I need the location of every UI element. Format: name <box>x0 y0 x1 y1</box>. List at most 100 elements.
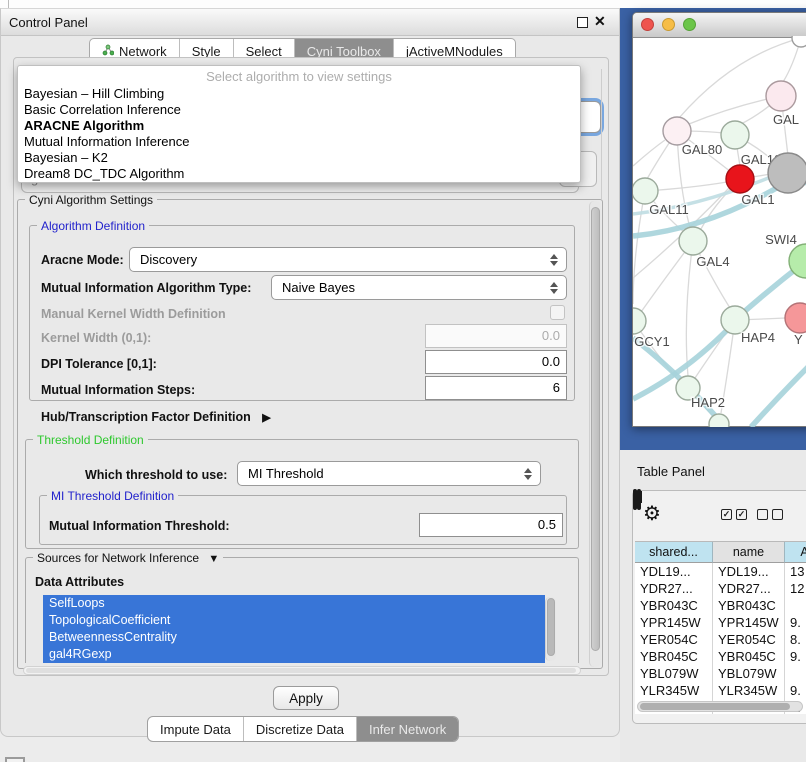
node-gcy1[interactable] <box>633 308 646 334</box>
expanded-triangle-icon[interactable]: ▼ <box>208 553 219 565</box>
tab-infer-network[interactable]: Infer Network <box>356 717 458 741</box>
network-canvas[interactable]: GALGAL80GAL10GAL1GAL11GAL4SWI4YHAP4GCY1H… <box>633 36 806 427</box>
algorithm-option-bayesian-hill-climbing[interactable]: Bayesian – Hill Climbing <box>24 86 164 102</box>
table-panel-card: ⚙ ✓ ✓ shared...nameAYDL19...YDL19...13YD… <box>632 490 806 724</box>
algorithm-option-dream8-dc-tdc-algorithm[interactable]: Dream8 DC_TDC Algorithm <box>24 166 184 182</box>
table-cell[interactable]: YBR045C <box>635 648 713 665</box>
kernel-width-label: Kernel Width (0,1): <box>41 331 151 345</box>
zoom-traffic-light[interactable] <box>683 18 696 31</box>
collapsed-triangle-icon[interactable]: ▶ <box>262 411 270 424</box>
table-cell[interactable]: 9. <box>785 682 806 699</box>
deselect-all-icon[interactable] <box>772 509 783 520</box>
deselect-all-icon[interactable] <box>757 509 768 520</box>
tab-impute-data[interactable]: Impute Data <box>148 717 243 741</box>
table-horizontal-scrollbar[interactable] <box>637 701 803 712</box>
column-header-name[interactable]: name <box>713 542 785 563</box>
table-cell[interactable]: 8. <box>785 631 806 648</box>
algorithm-option-basic-correlation-inference[interactable]: Basic Correlation Inference <box>24 102 181 118</box>
table-cell[interactable]: YPR145W <box>713 614 785 631</box>
settings-horizontal-scrollbar[interactable] <box>23 666 581 675</box>
mi-type-select[interactable]: Naive Bayes <box>271 275 567 300</box>
mi-threshold-field[interactable]: 0.5 <box>419 513 563 537</box>
settings-horizontal-scrollbar-thumb[interactable] <box>26 668 576 673</box>
node-y-right[interactable] <box>785 303 806 333</box>
node-gal4[interactable] <box>679 227 707 255</box>
table-cell[interactable]: YLR345W <box>713 682 785 699</box>
close-icon[interactable]: ✕ <box>594 13 606 30</box>
select-all-icon[interactable]: ✓ <box>721 509 732 520</box>
table-cell[interactable]: YDL19... <box>713 563 785 580</box>
node-gray[interactable] <box>768 153 806 193</box>
node-gal-right[interactable] <box>766 81 796 111</box>
table-cell[interactable]: YDR27... <box>713 580 785 597</box>
table-cell[interactable]: YER054C <box>713 631 785 648</box>
column-header-a[interactable]: A <box>785 542 806 563</box>
close-traffic-light[interactable] <box>641 18 654 31</box>
algorithm-option-bayesian-k2[interactable]: Bayesian – K2 <box>24 150 108 166</box>
table-cell[interactable]: 9. <box>785 614 806 631</box>
float-window-icon[interactable] <box>577 17 588 28</box>
table-cell[interactable]: YPR145W <box>635 614 713 631</box>
node-swi4-label: SWI4 <box>765 232 797 247</box>
settings-scrollbar[interactable] <box>589 201 601 667</box>
aracne-mode-label: Aracne Mode: <box>41 253 124 267</box>
node-gal1[interactable] <box>726 165 754 193</box>
mi-steps-field[interactable]: 6 <box>425 376 567 400</box>
table-cell[interactable]: YDL19... <box>635 563 713 580</box>
table-cell[interactable] <box>785 665 806 682</box>
network-window-titlebar[interactable] <box>633 13 806 38</box>
table-horizontal-scrollbar-thumb[interactable] <box>640 703 790 710</box>
table-cell[interactable]: 9. <box>785 648 806 665</box>
attributes-scrollbar[interactable] <box>545 597 556 661</box>
node-partial-bottom[interactable] <box>709 414 729 427</box>
data-attributes-list[interactable]: SelfLoopsTopologicalCoefficientBetweenne… <box>43 595 545 663</box>
algorithm-option-aracne-algorithm[interactable]: ARACNE Algorithm <box>24 118 144 134</box>
control-panel-titlebar: Control Panel ✕ <box>1 9 619 36</box>
column-header-shared[interactable]: shared... <box>635 542 713 563</box>
hub-definition-label[interactable]: Hub/Transcription Factor Definition ▶ <box>41 410 271 424</box>
dpi-tolerance-field[interactable]: 0.0 <box>425 350 567 374</box>
node-gal80[interactable] <box>663 117 691 145</box>
table-cell[interactable] <box>785 597 806 614</box>
network-edge[interactable] <box>633 140 665 166</box>
table-cell[interactable]: YBR045C <box>713 648 785 665</box>
algorithm-dropdown-placeholder: Select algorithm to view settings <box>18 69 580 84</box>
aracne-mode-select[interactable]: Discovery <box>129 247 567 272</box>
attribute-item-betweennesscentrality[interactable]: BetweennessCentrality <box>43 629 545 646</box>
attribute-item-topologicalcoefficient[interactable]: TopologicalCoefficient <box>43 612 545 629</box>
table-cell[interactable]: 13 <box>785 563 806 580</box>
attribute-item-gal4rgexp[interactable]: gal4RGexp <box>43 646 545 663</box>
kernel-width-field[interactable]: 0.0 <box>425 324 567 348</box>
which-threshold-select[interactable]: MI Threshold <box>237 461 541 486</box>
algorithm-option-mutual-information-inference[interactable]: Mutual Information Inference <box>24 134 189 150</box>
table-cell[interactable]: 12 <box>785 580 806 597</box>
sources-title[interactable]: Sources for Network Inference ▼ <box>33 551 223 565</box>
aracne-mode-value: Discovery <box>140 252 197 267</box>
table-cell[interactable]: YBR043C <box>713 597 785 614</box>
settings-scrollbar-thumb[interactable] <box>591 207 600 651</box>
select-all-icon[interactable]: ✓ <box>736 509 747 520</box>
table-cell[interactable]: YDR27... <box>635 580 713 597</box>
attributes-scrollbar-thumb[interactable] <box>547 598 555 656</box>
attribute-item-selfloops[interactable]: SelfLoops <box>43 595 545 612</box>
network-edge[interactable] <box>751 366 806 427</box>
dpi-tolerance-label: DPI Tolerance [0,1]: <box>41 357 157 371</box>
table-cell[interactable]: YBL079W <box>635 665 713 682</box>
node-gal11[interactable] <box>633 178 658 204</box>
network-edge[interactable] <box>686 241 693 376</box>
minimized-panel-icon[interactable] <box>5 757 25 762</box>
minimize-traffic-light[interactable] <box>662 18 675 31</box>
node-gal10[interactable] <box>721 121 749 149</box>
spinner-arrows-icon <box>550 281 559 295</box>
apply-button[interactable]: Apply <box>273 686 339 710</box>
gear-icon[interactable]: ⚙ <box>643 501 661 526</box>
manual-kernel-checkbox[interactable] <box>550 305 565 320</box>
table-cell[interactable]: YER054C <box>635 631 713 648</box>
tab-discretize-data[interactable]: Discretize Data <box>243 717 356 741</box>
node-attribute-table[interactable]: shared...nameAYDL19...YDL19...13YDR27...… <box>635 541 806 714</box>
network-edge[interactable] <box>633 191 645 304</box>
table-cell[interactable]: YBL079W <box>713 665 785 682</box>
node-partial-top[interactable] <box>792 36 806 47</box>
table-cell[interactable]: YLR345W <box>635 682 713 699</box>
table-cell[interactable]: YBR043C <box>635 597 713 614</box>
